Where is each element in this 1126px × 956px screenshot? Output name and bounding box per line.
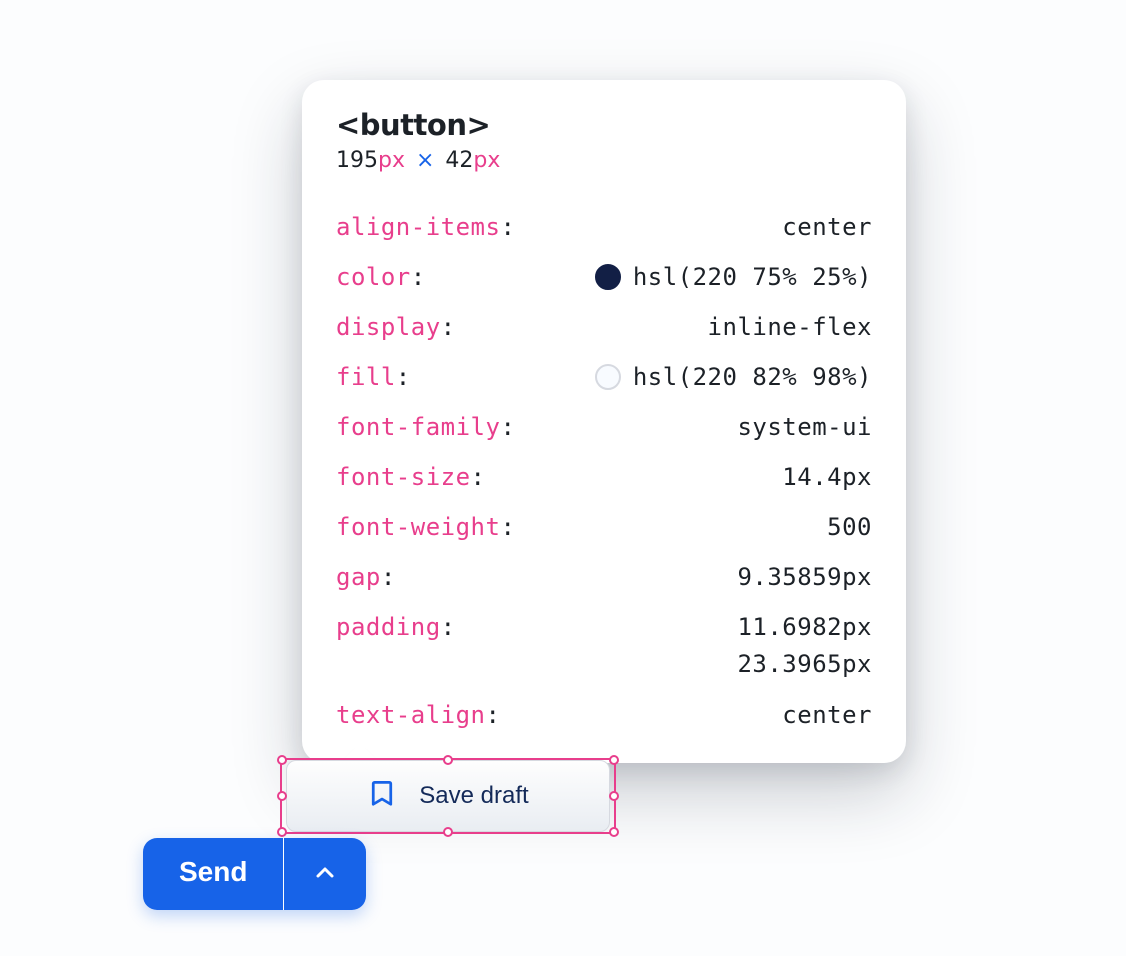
css-prop-row: color hsl(220 75% 25%) (336, 259, 872, 295)
css-prop-value: center (515, 209, 872, 245)
css-prop-value: inline-flex (456, 309, 872, 345)
css-prop-key: fill (336, 359, 411, 395)
css-prop-value: center (500, 697, 872, 733)
css-prop-row: gap 9.35859px (336, 559, 872, 595)
dim-separator: × (416, 148, 434, 173)
css-prop-value: 11.6982px 23.3965px (456, 609, 872, 683)
chevron-up-icon (313, 861, 337, 888)
dim-unit: px (378, 148, 405, 173)
css-prop-value: hsl(220 82% 98%) (411, 359, 872, 395)
css-prop-row: font-size 14.4px (336, 459, 872, 495)
css-prop-row: font-weight 500 (336, 509, 872, 545)
css-prop-key: font-family (336, 409, 515, 445)
css-prop-row: display inline-flex (336, 309, 872, 345)
save-draft-button[interactable]: Save draft (286, 760, 610, 832)
css-prop-value: hsl(220 75% 25%) (426, 259, 872, 295)
css-prop-value: system-ui (515, 409, 872, 445)
css-prop-value: 9.35859px (396, 559, 872, 595)
css-prop-key: font-size (336, 459, 486, 495)
css-property-list: align-items center color hsl(220 75% 25%… (336, 209, 872, 733)
css-prop-row: text-align center (336, 697, 872, 733)
css-prop-row: fill hsl(220 82% 98%) (336, 359, 872, 395)
inspected-dimensions: 195px × 42px (336, 148, 872, 173)
css-prop-key: padding (336, 609, 456, 645)
save-draft-label: Save draft (419, 782, 528, 810)
bookmark-icon (367, 778, 397, 815)
css-prop-value: 14.4px (486, 459, 873, 495)
send-label: Send (179, 856, 247, 888)
resize-handle-icon[interactable] (609, 827, 619, 837)
resize-handle-icon[interactable] (609, 791, 619, 801)
css-prop-value: 500 (515, 509, 872, 545)
css-prop-row: font-family system-ui (336, 409, 872, 445)
css-prop-row: align-items center (336, 209, 872, 245)
css-prop-key: color (336, 259, 426, 295)
color-swatch-icon (595, 364, 621, 390)
send-options-toggle[interactable] (284, 838, 366, 910)
send-split-button: Send (143, 838, 366, 910)
send-button[interactable]: Send (143, 838, 283, 910)
css-prop-key: display (336, 309, 456, 345)
css-prop-row: padding 11.6982px 23.3965px (336, 609, 872, 683)
css-prop-key: text-align (336, 697, 500, 733)
css-prop-key: align-items (336, 209, 515, 245)
css-prop-key: gap (336, 559, 396, 595)
dim-width: 195 (336, 148, 378, 173)
css-prop-key: font-weight (336, 509, 515, 545)
color-swatch-icon (595, 264, 621, 290)
css-inspector-tooltip: <button> 195px × 42px align-items center… (302, 80, 906, 763)
dim-unit: px (473, 148, 500, 173)
inspected-tag-name: <button> (336, 108, 872, 142)
dim-height: 42 (445, 148, 473, 173)
